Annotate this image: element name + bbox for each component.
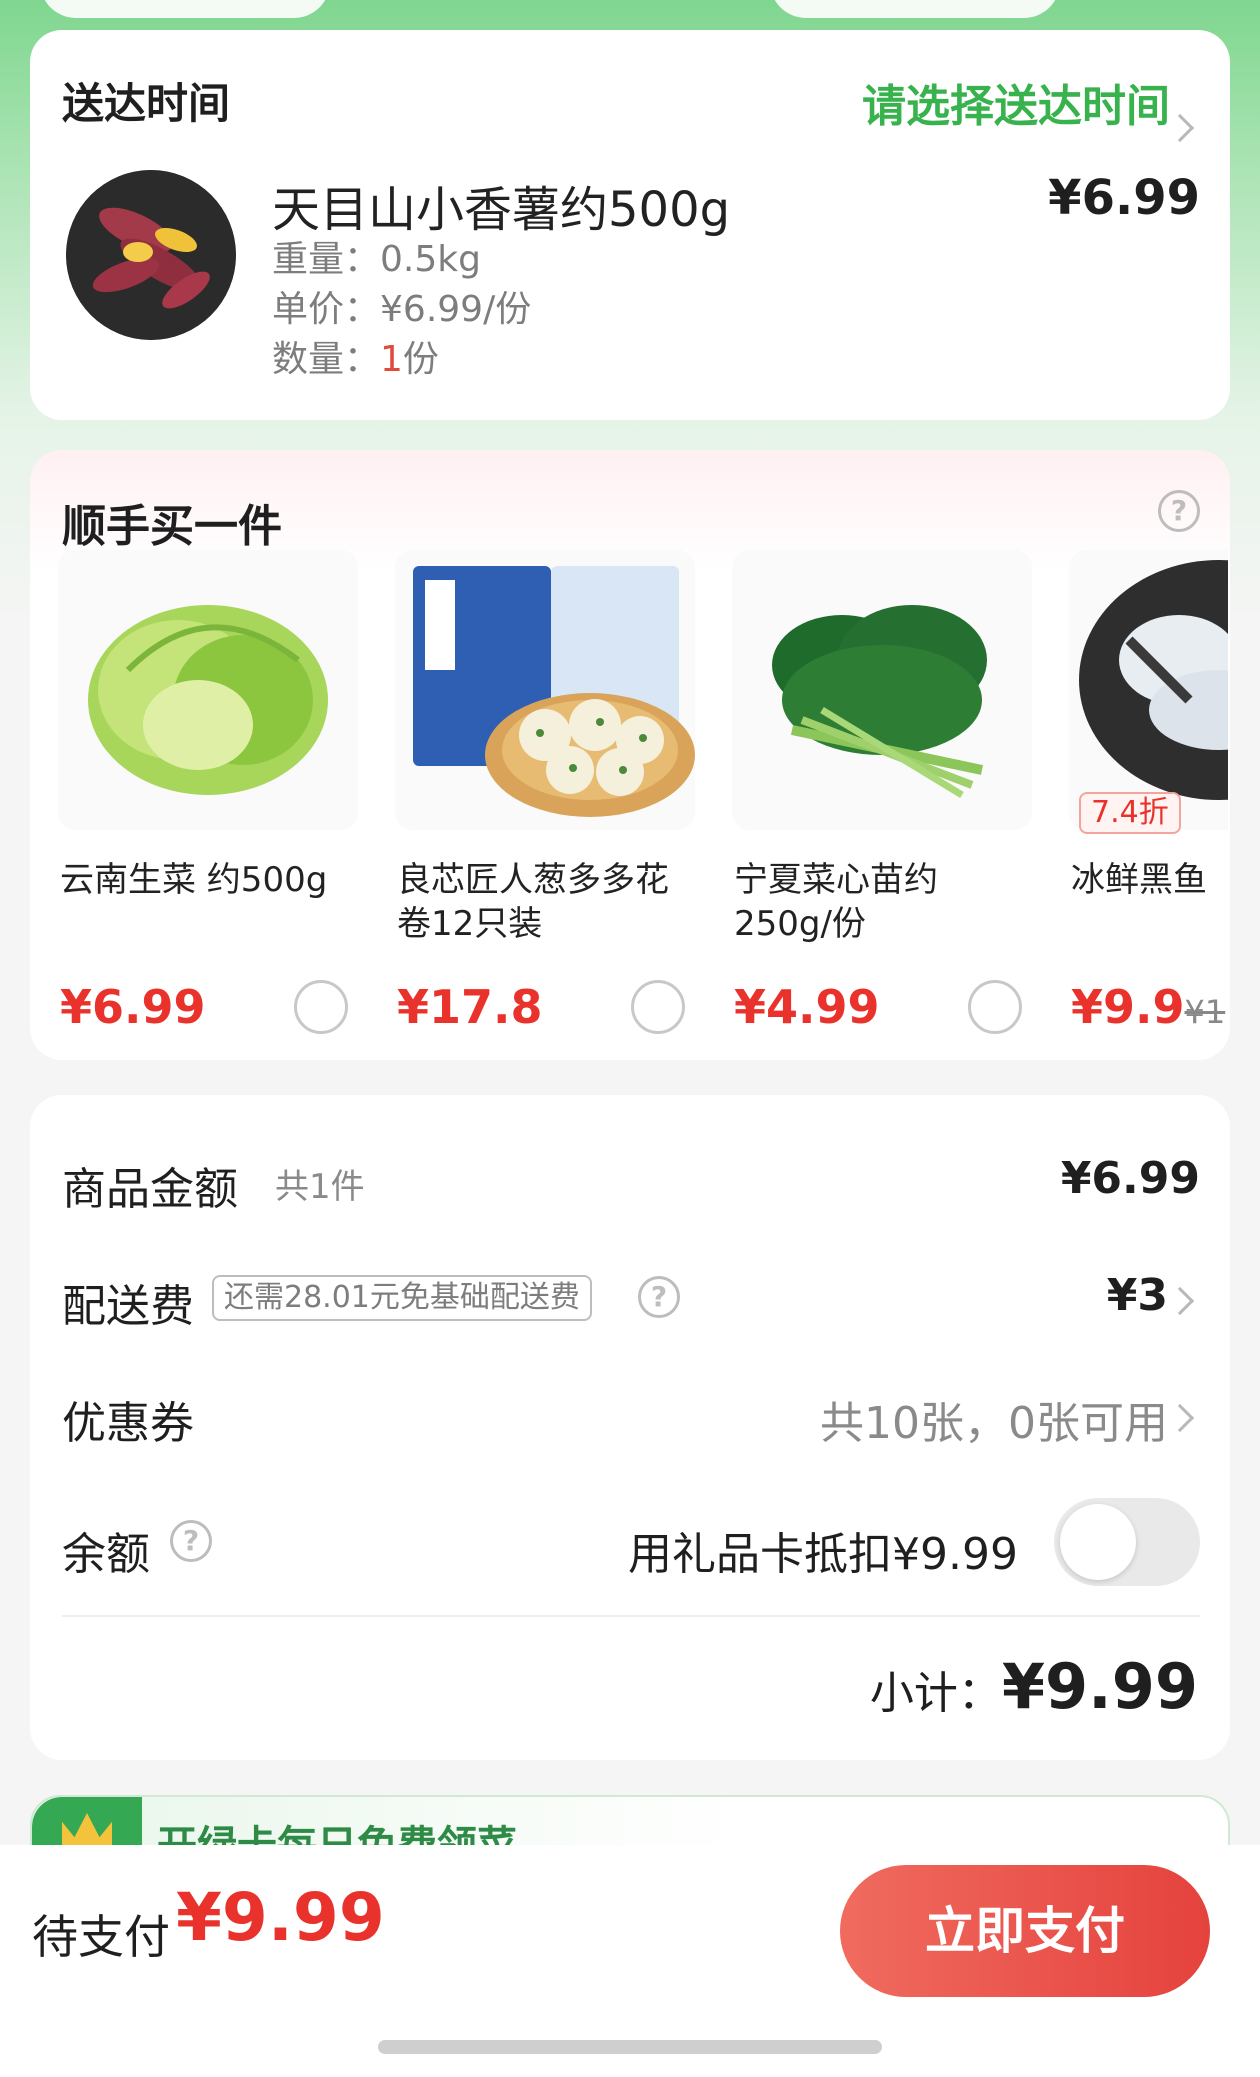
toggle-knob (1060, 1504, 1136, 1580)
chevron-right-icon[interactable] (1165, 113, 1195, 143)
unit-price-value: ¥6.99/份 (380, 289, 532, 330)
chevron-right-icon[interactable] (1165, 1286, 1195, 1316)
delivery-time-title: 送达时间 (62, 79, 231, 128)
pay-now-button[interactable]: 立即支付 (840, 1865, 1210, 1997)
add-on-item-name: 冰鲜黑鱼 (1071, 860, 1207, 900)
scallion-rolls-image (395, 550, 695, 830)
weight-value: 0.5kg (380, 239, 481, 280)
amount-due: ¥9.99 (176, 1879, 385, 1956)
coupon-label: 优惠券 (62, 1398, 194, 1449)
help-icon[interactable]: ? (1158, 490, 1200, 532)
add-on-item-price: ¥17.8 (397, 980, 543, 1034)
home-indicator[interactable] (378, 2040, 882, 2054)
product-price: ¥6.99 (1048, 170, 1200, 226)
select-delivery-time-link[interactable]: 请选择送达时间 (862, 70, 1170, 134)
gift-card-toggle[interactable] (1054, 1498, 1200, 1586)
discount-badge: 7.4折 (1079, 792, 1181, 834)
bottom-pay-bar: 待支付 ¥9.99 立即支付 (0, 1845, 1260, 2077)
product-quantity: 数量：1份 (272, 330, 439, 382)
subtotal-label: 小计： (869, 1668, 1002, 1719)
delivery-fee-label: 配送费 (62, 1281, 194, 1332)
weight-label: 重量： (272, 239, 381, 280)
unit-price-label: 单价： (272, 289, 381, 330)
add-on-item-name: 良芯匠人葱多多花卷12只装 (397, 860, 669, 944)
goods-amount-label: 商品金额 (62, 1164, 238, 1215)
divider (62, 1615, 1200, 1617)
help-icon[interactable]: ? (638, 1276, 680, 1318)
select-radio[interactable] (968, 980, 1022, 1034)
checkout-page: 送达时间 请选择送达时间 天目山小香薯约500g ¥6.99 重量：0.5kg … (0, 0, 1260, 2077)
add-on-item-original-price: ¥1 (1184, 993, 1226, 1031)
add-on-title: 顺手买一件 (62, 501, 282, 552)
add-on-item[interactable]: 云南生菜 约500g ¥6.99 (58, 550, 358, 1050)
delivery-fee[interactable]: ¥3 (1107, 1270, 1168, 1321)
add-on-item-name: 宁夏菜心苗约250g/份 (734, 860, 938, 944)
help-icon[interactable]: ? (170, 1520, 212, 1562)
product-unit-price: 单价：¥6.99/份 (272, 280, 531, 332)
order-summary-card: 商品金额 共1件 ¥6.99 配送费 还需28.01元免基础配送费 ? ¥3 优… (30, 1095, 1230, 1760)
add-on-item[interactable]: 良芯匠人葱多多花卷12只装 ¥17.8 (395, 550, 695, 1050)
add-on-item-name: 云南生菜 约500g (60, 860, 328, 900)
lettuce-image (58, 550, 358, 830)
select-radio[interactable] (294, 980, 348, 1034)
quantity-label: 数量： (272, 339, 381, 380)
free-delivery-tag: 还需28.01元免基础配送费 (212, 1275, 592, 1321)
order-item-card: 送达时间 请选择送达时间 天目山小香薯约500g ¥6.99 重量：0.5kg … (30, 30, 1230, 420)
add-on-list[interactable]: 云南生菜 约500g ¥6.99 良芯匠人葱多多花卷12只装 ¥17.8 宁夏菜… (58, 550, 1228, 1050)
coupon-value[interactable]: 共10张，0张可用 (820, 1387, 1168, 1451)
add-on-item-sale-price: ¥9.9 (1071, 980, 1185, 1034)
subtotal: 小计：¥9.99 (870, 1650, 1198, 1723)
add-on-item-price: ¥4.99 (734, 980, 880, 1034)
add-on-item[interactable]: 宁夏菜心苗约250g/份 ¥4.99 (732, 550, 1032, 1050)
goods-amount: ¥6.99 (1060, 1153, 1200, 1204)
greens-image (732, 550, 1032, 830)
product-weight: 重量：0.5kg (272, 230, 481, 282)
subtotal-amount: ¥9.99 (1001, 1650, 1198, 1723)
balance-label: 余额 (62, 1529, 150, 1580)
goods-count: 共1件 (275, 1167, 365, 1207)
add-on-item[interactable]: 7.4折 冰鲜黑鱼 ¥9.9¥1 (1069, 550, 1228, 1050)
quantity-unit: 份 (402, 339, 439, 380)
gift-card-deduct-text: 用礼品卡抵扣¥9.99 (628, 1529, 1018, 1580)
amount-due-label: 待支付 (32, 1910, 170, 1964)
chevron-right-icon[interactable] (1165, 1403, 1195, 1433)
top-header-strip (0, 0, 1260, 30)
fish-fillet-image (1069, 550, 1228, 830)
quantity-number: 1 (380, 339, 403, 380)
select-radio[interactable] (631, 980, 685, 1034)
add-on-item-price: ¥9.9¥1 (1071, 980, 1225, 1034)
add-on-card: 顺手买一件 ? 云南生菜 约500g ¥6.99 良芯匠人葱多多花卷12只装 ¥… (30, 450, 1230, 1060)
sweet-potato-image (66, 170, 236, 340)
add-on-item-price: ¥6.99 (60, 980, 206, 1034)
